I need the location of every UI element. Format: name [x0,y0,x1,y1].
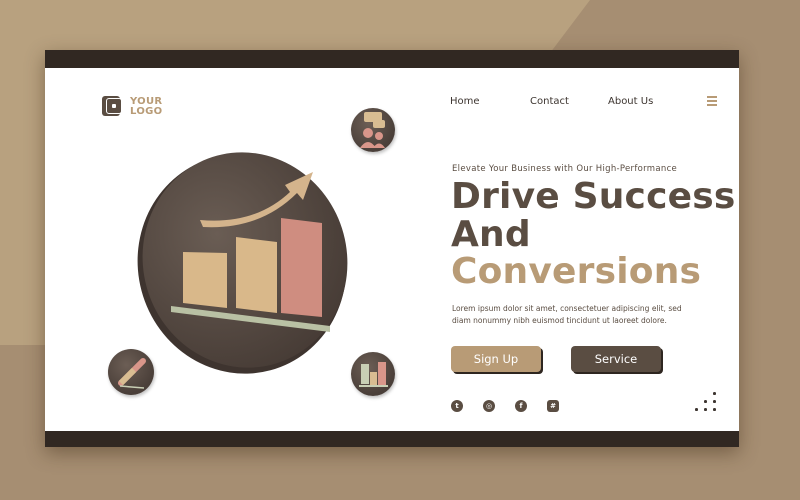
hero-title-line2: And [451,213,531,255]
bottom-frame-bar [45,431,739,447]
chart-bar-1 [183,252,227,308]
bar-chart-icon [359,362,388,387]
pencil-badge [108,349,154,395]
instagram-icon[interactable]: ◎ [483,400,495,412]
hero-title-line1: Drive Success [451,176,736,217]
twitter-icon[interactable]: t [451,400,463,412]
dribbble-icon[interactable]: # [547,400,559,412]
hero-title: Drive Success And Conversions [451,178,736,291]
service-button[interactable]: Service [571,346,661,372]
decorative-dots [695,392,719,414]
team-chat-icon [360,112,385,148]
sign-up-button[interactable]: Sign Up [451,346,541,372]
pencil-icon [118,358,146,389]
hero-title-line3: Conversions [451,251,702,292]
chart-bar-2 [236,237,277,313]
hero-eyebrow: Elevate Your Business with Our High-Perf… [452,164,678,174]
team-chat-badge [351,108,395,152]
facebook-icon[interactable]: f [515,400,527,412]
bar-chart-badge [351,352,395,396]
hero-paragraph: Lorem ipsum dolor sit amet, consectetuer… [452,304,682,325]
chart-bar-3 [281,218,322,317]
landing-page-frame: YOUR LOGO Home Contact About Us Elevate … [45,50,739,447]
social-links: t ◎ f # [451,400,559,412]
